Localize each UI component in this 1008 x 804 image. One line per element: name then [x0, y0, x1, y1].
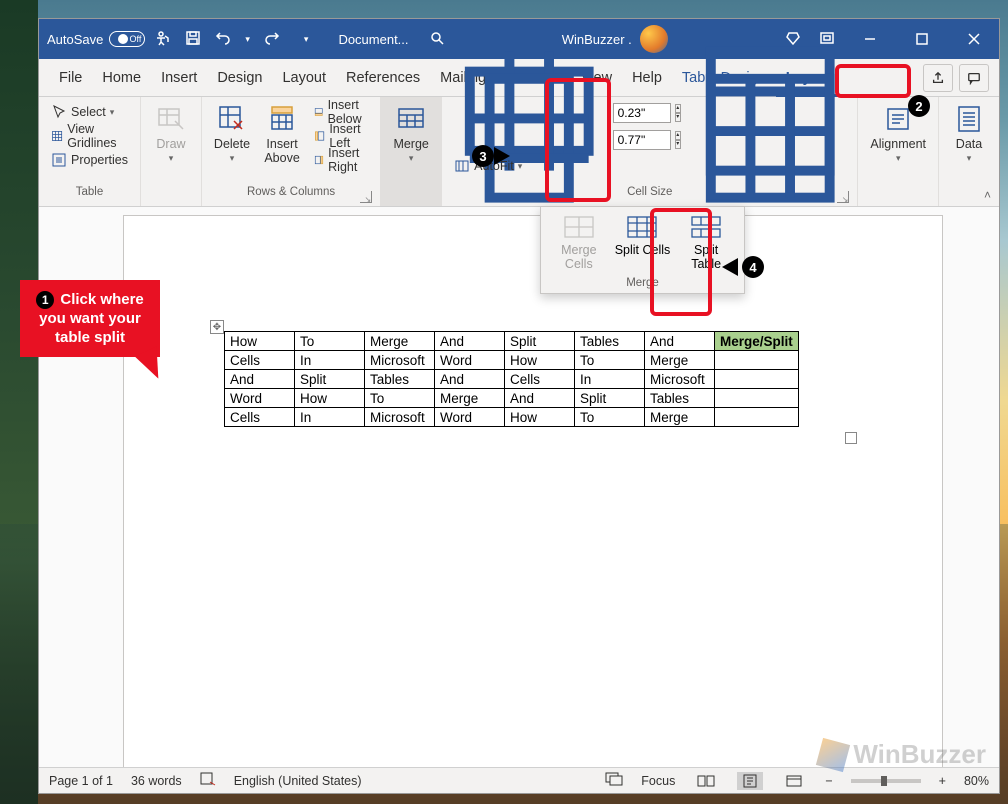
col-width-input[interactable] — [613, 130, 671, 150]
group-draw: Draw▾ — [141, 97, 202, 206]
data-button[interactable]: Data▾ — [947, 101, 991, 166]
tab-file[interactable]: File — [49, 59, 92, 97]
statusbar: Page 1 of 1 36 words English (United Sta… — [39, 767, 999, 793]
zoom-in[interactable]: + — [939, 774, 946, 788]
split-cells-item[interactable]: Split Cells — [614, 215, 670, 271]
undo-dropdown[interactable]: ▾ — [245, 34, 250, 45]
undo-icon[interactable] — [215, 30, 231, 49]
table-row: Cells In Microsoft Word How To Merge — [225, 351, 799, 370]
collapse-ribbon-icon[interactable]: ˄ — [984, 188, 991, 202]
group-rows-columns: Delete▾ Insert Above Insert Below Insert… — [202, 97, 381, 206]
table-row: Cells In Microsoft Word How To Merge — [225, 408, 799, 427]
row-height-spinner[interactable]: ▴▾ — [675, 104, 681, 122]
watermark-icon — [816, 737, 850, 771]
redo-icon[interactable] — [264, 30, 280, 49]
comments-button[interactable] — [959, 64, 989, 92]
insert-below-button[interactable]: Insert Below — [310, 101, 372, 123]
insert-right-button[interactable]: Insert Right — [310, 149, 372, 171]
merge-dropdown-panel: Merge Cells Split Cells Split Table Merg… — [540, 206, 745, 294]
split-cells-icon — [626, 215, 658, 239]
word-table[interactable]: How To Merge And Split Tables And Merge/… — [224, 331, 799, 427]
autosave-toggle[interactable]: Off — [109, 31, 145, 47]
annotation-badge-4: 4 — [742, 256, 764, 278]
save-icon[interactable] — [185, 30, 201, 49]
display-settings-icon[interactable] — [605, 772, 623, 789]
col-width-spinner[interactable]: ▴▾ — [675, 131, 681, 149]
select-button[interactable]: Select▾ — [47, 101, 118, 123]
group-merge: Merge▾ — [381, 97, 442, 206]
draw-button: Draw▾ — [149, 101, 193, 166]
quick-access-toolbar: ▾ ▾ — [155, 30, 308, 49]
cursor-icon — [51, 104, 67, 120]
share-button[interactable] — [923, 64, 953, 92]
row-height-input[interactable] — [613, 103, 671, 123]
insert-below-icon — [314, 104, 323, 120]
draw-table-icon — [155, 103, 187, 135]
annotation-badge-2: 2 — [908, 95, 930, 117]
view-gridlines-button[interactable]: View Gridlines — [47, 125, 132, 147]
merge-icon — [395, 103, 427, 135]
close-button[interactable] — [957, 19, 991, 59]
annotation-arrow-3 — [494, 147, 510, 165]
annotation-arrow-4 — [722, 258, 738, 276]
zoom-slider[interactable] — [851, 779, 921, 783]
document-title[interactable]: Document... — [338, 32, 408, 47]
tab-design[interactable]: Design — [207, 59, 272, 97]
minimize-button[interactable] — [853, 19, 887, 59]
tab-home[interactable]: Home — [92, 59, 151, 97]
insert-above-icon — [266, 103, 298, 135]
merge-cells-item: Merge Cells — [551, 215, 607, 271]
tab-help[interactable]: Help — [622, 59, 672, 97]
properties-button[interactable]: Properties — [47, 149, 132, 171]
table-row: Word How To Merge And Split Tables — [225, 389, 799, 408]
tab-references[interactable]: References — [336, 59, 430, 97]
zoom-out[interactable]: − — [825, 774, 832, 788]
page-number[interactable]: Page 1 of 1 — [49, 774, 113, 788]
document-area[interactable]: How To Merge And Split Tables And Merge/… — [39, 207, 999, 767]
autofit-icon — [454, 158, 470, 174]
merge-cells-icon — [563, 215, 595, 239]
tab-insert[interactable]: Insert — [151, 59, 207, 97]
print-layout-icon[interactable] — [737, 772, 763, 790]
table-resize-handle[interactable] — [845, 432, 857, 444]
insert-above-button[interactable]: Insert Above — [260, 101, 304, 167]
focus-label[interactable]: Focus — [641, 774, 675, 788]
table-row: And Split Tables And Cells In Microsoft — [225, 370, 799, 389]
annotation-callout-1: 1 Click where you want your table split — [20, 280, 160, 357]
split-table-icon — [690, 215, 722, 239]
proofing-icon[interactable] — [200, 772, 216, 789]
rows-cols-launcher[interactable] — [360, 191, 372, 203]
insert-left-button[interactable]: Insert Left — [310, 125, 372, 147]
qat-customize[interactable]: ▾ — [304, 34, 309, 45]
tab-layout[interactable]: Layout — [272, 59, 336, 97]
zoom-level[interactable]: 80% — [964, 774, 989, 788]
table-move-handle[interactable] — [210, 320, 224, 334]
delete-button[interactable]: Delete▾ — [210, 101, 254, 166]
insert-right-icon — [314, 152, 324, 168]
insert-left-icon — [314, 128, 325, 144]
accessibility-icon[interactable] — [155, 30, 171, 49]
properties-icon — [51, 152, 67, 168]
autosave[interactable]: AutoSave Off — [47, 31, 145, 47]
word-count[interactable]: 36 words — [131, 774, 182, 788]
annotation-badge-3: 3 — [472, 145, 494, 167]
read-mode-icon[interactable] — [693, 772, 719, 790]
ribbon: Select▾ View Gridlines Properties Table … — [39, 97, 999, 207]
search-icon[interactable] — [429, 30, 445, 49]
web-layout-icon[interactable] — [781, 772, 807, 790]
gridlines-icon — [51, 128, 63, 144]
autosave-label: AutoSave — [47, 32, 103, 47]
cell-size-launcher[interactable] — [837, 191, 849, 203]
word-window: AutoSave Off ▾ ▾ Document... WinBuzzer . — [38, 18, 1000, 794]
page[interactable]: How To Merge And Split Tables And Merge/… — [123, 215, 943, 767]
table-row: How To Merge And Split Tables And Merge/… — [225, 332, 799, 351]
language[interactable]: English (United States) — [234, 774, 362, 788]
merge-dropdown-button[interactable]: Merge▾ — [389, 101, 433, 166]
watermark: WinBuzzer — [819, 739, 986, 770]
group-table: Select▾ View Gridlines Properties Table — [39, 97, 141, 206]
data-icon — [953, 103, 985, 135]
delete-table-icon — [216, 103, 248, 135]
maximize-button[interactable] — [905, 19, 939, 59]
account-avatar[interactable] — [640, 25, 668, 53]
